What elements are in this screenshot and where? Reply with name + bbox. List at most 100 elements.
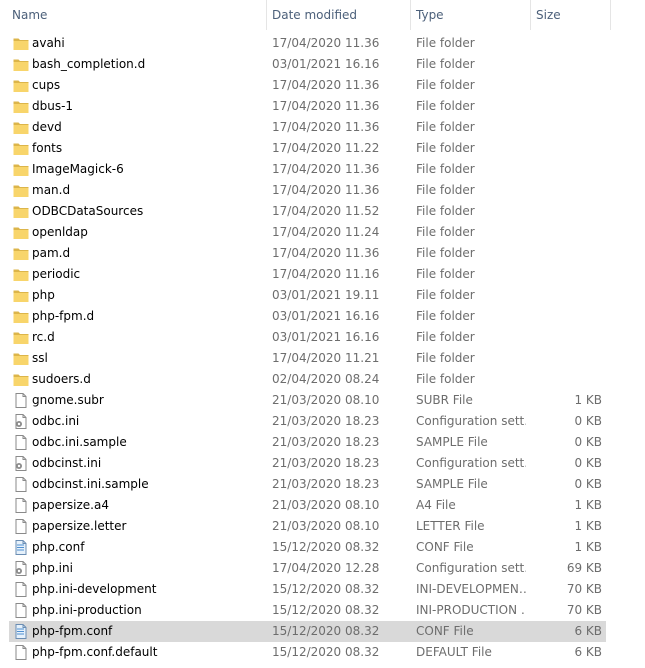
file-type: SUBR File (416, 393, 473, 407)
file-size: 1 KB (574, 498, 602, 512)
file-date-modified: 21/03/2020 18.23 (272, 456, 380, 470)
file-date-modified: 17/04/2020 11.52 (272, 204, 380, 218)
file-size (530, 75, 602, 96)
file-size: 6 KB (574, 645, 602, 659)
file-row[interactable]: ssl 17/04/2020 11.21 File folder (9, 348, 606, 369)
file-row[interactable]: php.conf 15/12/2020 08.32 CONF File 1 KB (9, 537, 606, 558)
column-header-type[interactable]: Type (410, 0, 530, 30)
folder-icon (13, 267, 29, 282)
conf-file-icon (13, 624, 29, 639)
file-name: openldap (32, 225, 88, 239)
file-name: sudoers.d (32, 372, 91, 386)
file-date-modified: 17/04/2020 11.16 (272, 267, 380, 281)
file-row[interactable]: devd 17/04/2020 11.36 File folder (9, 117, 606, 138)
file-row[interactable]: pam.d 17/04/2020 11.36 File folder (9, 243, 606, 264)
file-row[interactable]: periodic 17/04/2020 11.16 File folder (9, 264, 606, 285)
config-file-icon (13, 414, 29, 429)
folder-icon (13, 330, 29, 345)
file-row[interactable]: odbcinst.ini.sample 21/03/2020 18.23 SAMPL… (9, 474, 606, 495)
file-row[interactable]: php.ini-development 15/12/2020 08.32 INI-D… (9, 579, 606, 600)
file-size (530, 264, 602, 285)
file-type: Configuration sett… (416, 561, 526, 575)
file-row[interactable]: odbc.ini.sample 21/03/2020 18.23 SAMPLE Fi… (9, 432, 606, 453)
file-icon (13, 498, 29, 513)
file-row[interactable]: dbus-1 17/04/2020 11.36 File folder (9, 96, 606, 117)
file-name: fonts (32, 141, 63, 155)
file-row[interactable]: rc.d 03/01/2021 16.16 File folder (9, 327, 606, 348)
file-type: INI-DEVELOPMEN… (416, 582, 526, 596)
file-size: 69 KB (566, 561, 602, 575)
file-row[interactable]: php 03/01/2021 19.11 File folder (9, 285, 606, 306)
file-name: odbcinst.ini.sample (32, 477, 149, 491)
folder-icon (13, 351, 29, 366)
config-file-icon (13, 456, 29, 471)
file-row[interactable]: odbc.ini 21/03/2020 18.23 Configuration se… (9, 411, 606, 432)
file-icon (13, 477, 29, 492)
file-name: php-fpm.d (32, 309, 95, 323)
file-date-modified: 15/12/2020 08.32 (272, 603, 380, 617)
file-row[interactable]: php-fpm.conf 15/12/2020 08.32 CONF File 6 K… (9, 621, 606, 642)
file-row[interactable]: man.d 17/04/2020 11.36 File folder (9, 180, 606, 201)
file-size: 1 KB (574, 540, 602, 554)
file-type: DEFAULT File (416, 645, 492, 659)
folder-icon (13, 99, 29, 114)
file-type: File folder (416, 57, 475, 71)
file-name: pam.d (32, 246, 71, 260)
file-size: 1 KB (574, 393, 602, 407)
file-row[interactable]: ODBCDataSources 17/04/2020 11.52 File fold… (9, 201, 606, 222)
file-name: php.conf (32, 540, 85, 554)
file-date-modified: 02/04/2020 08.24 (272, 372, 380, 386)
file-date-modified: 21/03/2020 08.10 (272, 393, 380, 407)
file-name: php-fpm.conf.default (32, 645, 158, 659)
file-date-modified: 15/12/2020 08.32 (272, 540, 380, 554)
file-row[interactable]: ImageMagick-6 17/04/2020 11.36 File folder (9, 159, 606, 180)
file-date-modified: 17/04/2020 12.28 (272, 561, 380, 575)
column-header-date-modified[interactable]: Date modified (266, 0, 410, 30)
file-row[interactable]: php-fpm.d 03/01/2021 16.16 File folder (9, 306, 606, 327)
file-row[interactable]: papersize.a4 21/03/2020 08.10 A4 File 1 KB (9, 495, 606, 516)
column-header-date-label: Date modified (272, 8, 358, 22)
file-row[interactable]: papersize.letter 21/03/2020 08.10 LETTER F… (9, 516, 606, 537)
file-date-modified: 17/04/2020 11.21 (272, 351, 380, 365)
file-date-modified: 17/04/2020 11.36 (272, 36, 380, 50)
folder-icon (13, 36, 29, 51)
file-name: rc.d (32, 330, 55, 344)
folder-icon (13, 57, 29, 72)
file-type: CONF File (416, 624, 474, 638)
file-name: ImageMagick-6 (32, 162, 124, 176)
file-size (530, 327, 602, 348)
file-row[interactable]: fonts 17/04/2020 11.22 File folder (9, 138, 606, 159)
file-name: php.ini-production (32, 603, 142, 617)
column-header-name[interactable]: ^ Name (7, 0, 266, 30)
file-row[interactable]: avahi 17/04/2020 11.36 File folder (9, 33, 606, 54)
folder-icon (13, 225, 29, 240)
folder-icon (13, 288, 29, 303)
file-row[interactable]: bash_completion.d 03/01/2021 16.16 File fo… (9, 54, 606, 75)
file-row[interactable]: php-fpm.conf.default 15/12/2020 08.32 DEFA… (9, 642, 606, 663)
folder-icon (13, 78, 29, 93)
file-row[interactable]: php.ini 17/04/2020 12.28 Configuration set… (9, 558, 606, 579)
file-size (530, 117, 602, 138)
file-size (530, 243, 602, 264)
column-header-size[interactable]: Size (530, 0, 610, 30)
file-date-modified: 17/04/2020 11.36 (272, 162, 380, 176)
file-size (530, 201, 602, 222)
file-size (530, 306, 602, 327)
file-date-modified: 15/12/2020 08.32 (272, 645, 380, 659)
file-type: SAMPLE File (416, 435, 488, 449)
sort-ascending-icon: ^ (137, 0, 145, 7)
file-size: 6 KB (574, 624, 602, 638)
file-date-modified: 17/04/2020 11.22 (272, 141, 380, 155)
file-date-modified: 03/01/2021 16.16 (272, 57, 380, 71)
file-row[interactable]: sudoers.d 02/04/2020 08.24 File folder (9, 369, 606, 390)
file-date-modified: 15/12/2020 08.32 (272, 624, 380, 638)
file-name: odbcinst.ini (32, 456, 102, 470)
file-type: File folder (416, 78, 475, 92)
file-row[interactable]: openldap 17/04/2020 11.24 File folder (9, 222, 606, 243)
file-row[interactable]: odbcinst.ini 21/03/2020 18.23 Configuratio… (9, 453, 606, 474)
file-row[interactable]: cups 17/04/2020 11.36 File folder (9, 75, 606, 96)
file-row[interactable]: gnome.subr 21/03/2020 08.10 SUBR File 1 KB (9, 390, 606, 411)
file-row[interactable]: php.ini-production 15/12/2020 08.32 INI-PR… (9, 600, 606, 621)
file-icon (13, 435, 29, 450)
file-size: 0 KB (574, 435, 602, 449)
